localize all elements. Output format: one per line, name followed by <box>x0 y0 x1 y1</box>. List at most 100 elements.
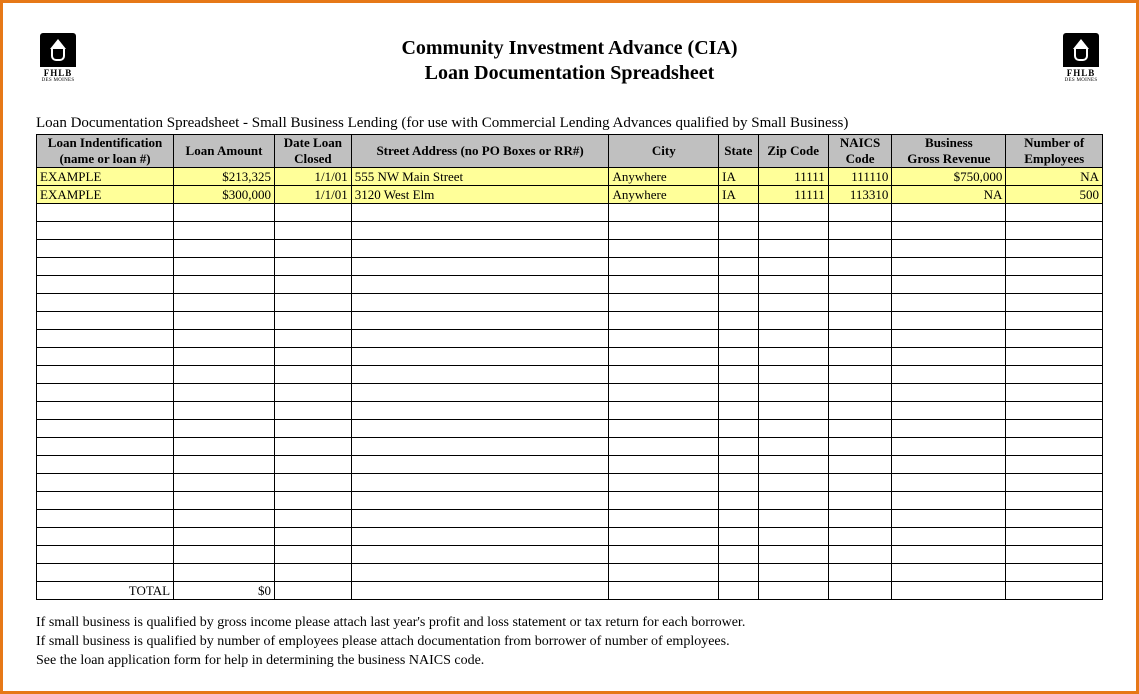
table-body: EXAMPLE$213,3251/1/01555 NW Main StreetA… <box>37 168 1103 600</box>
table-row: EXAMPLE$213,3251/1/01555 NW Main StreetA… <box>37 168 1103 186</box>
table-cell <box>758 492 828 510</box>
table-cell <box>174 204 275 222</box>
table-cell <box>351 330 609 348</box>
table-cell <box>1006 528 1103 546</box>
table-row <box>37 474 1103 492</box>
table-cell <box>609 546 719 564</box>
table-cell <box>1006 366 1103 384</box>
table-cell <box>174 546 275 564</box>
table-cell <box>719 546 758 564</box>
total-amount: $0 <box>174 582 275 600</box>
col-employees: Number ofEmployees <box>1006 135 1103 168</box>
table-cell <box>719 312 758 330</box>
table-cell <box>174 474 275 492</box>
table-cell <box>37 348 174 366</box>
col-naics: NAICSCode <box>828 135 892 168</box>
table-cell <box>174 294 275 312</box>
table-cell <box>274 384 351 402</box>
table-cell <box>758 258 828 276</box>
header-row: Loan Indentification(name or loan #) Loa… <box>37 135 1103 168</box>
table-cell <box>1006 276 1103 294</box>
table-cell <box>274 402 351 420</box>
table-cell <box>609 204 719 222</box>
table-cell <box>758 582 828 600</box>
table-cell <box>274 528 351 546</box>
table-cell <box>37 384 174 402</box>
total-row: TOTAL$0 <box>37 582 1103 600</box>
table-cell <box>828 546 892 564</box>
table-row <box>37 294 1103 312</box>
table-cell <box>351 564 609 582</box>
table-cell <box>828 420 892 438</box>
table-cell: 1/1/01 <box>274 186 351 204</box>
table-cell <box>274 564 351 582</box>
table-cell <box>174 564 275 582</box>
table-cell <box>609 294 719 312</box>
table-cell <box>828 438 892 456</box>
table-cell <box>719 492 758 510</box>
table-cell <box>719 276 758 294</box>
table-cell <box>758 528 828 546</box>
table-cell <box>609 492 719 510</box>
table-cell <box>609 474 719 492</box>
table-cell <box>892 330 1006 348</box>
table-cell <box>719 528 758 546</box>
table-cell <box>174 276 275 294</box>
table-cell: EXAMPLE <box>37 168 174 186</box>
table-cell: NA <box>892 186 1006 204</box>
table-cell <box>758 294 828 312</box>
col-state: State <box>719 135 758 168</box>
table-cell <box>828 384 892 402</box>
table-cell <box>37 492 174 510</box>
table-cell <box>828 222 892 240</box>
table-cell <box>892 366 1006 384</box>
table-cell <box>719 240 758 258</box>
table-cell <box>758 402 828 420</box>
table-cell <box>174 438 275 456</box>
table-cell <box>351 348 609 366</box>
col-street: Street Address (no PO Boxes or RR#) <box>351 135 609 168</box>
logo-text: FHLB <box>1067 68 1096 78</box>
logo-text: FHLB <box>44 68 73 78</box>
table-row <box>37 510 1103 528</box>
table-cell: 555 NW Main Street <box>351 168 609 186</box>
table-cell <box>892 492 1006 510</box>
table-cell <box>719 348 758 366</box>
table-cell <box>174 528 275 546</box>
table-cell <box>1006 204 1103 222</box>
table-row <box>37 402 1103 420</box>
table-cell <box>892 402 1006 420</box>
table-cell <box>828 294 892 312</box>
table-cell <box>274 222 351 240</box>
table-cell <box>609 276 719 294</box>
table-cell <box>719 294 758 312</box>
table-cell <box>274 330 351 348</box>
table-cell <box>274 204 351 222</box>
logo-subtext: DES MOINES <box>1065 78 1098 83</box>
table-cell <box>892 456 1006 474</box>
table-cell <box>758 546 828 564</box>
table-row <box>37 420 1103 438</box>
table-cell <box>758 240 828 258</box>
table-cell <box>828 258 892 276</box>
table-cell <box>828 312 892 330</box>
table-cell <box>719 258 758 276</box>
table-cell <box>758 510 828 528</box>
table-cell <box>37 402 174 420</box>
header-titles: Community Investment Advance (CIA) Loan … <box>80 33 1059 85</box>
table-cell <box>1006 330 1103 348</box>
table-cell <box>37 294 174 312</box>
table-cell <box>609 348 719 366</box>
table-cell <box>758 456 828 474</box>
logo-subtext: DES MOINES <box>42 78 75 83</box>
table-cell <box>828 474 892 492</box>
table-row <box>37 258 1103 276</box>
table-cell <box>609 582 719 600</box>
table-cell <box>37 366 174 384</box>
table-cell <box>609 366 719 384</box>
table-cell <box>609 564 719 582</box>
table-cell <box>174 240 275 258</box>
table-cell <box>351 510 609 528</box>
table-cell <box>609 420 719 438</box>
table-cell <box>892 528 1006 546</box>
